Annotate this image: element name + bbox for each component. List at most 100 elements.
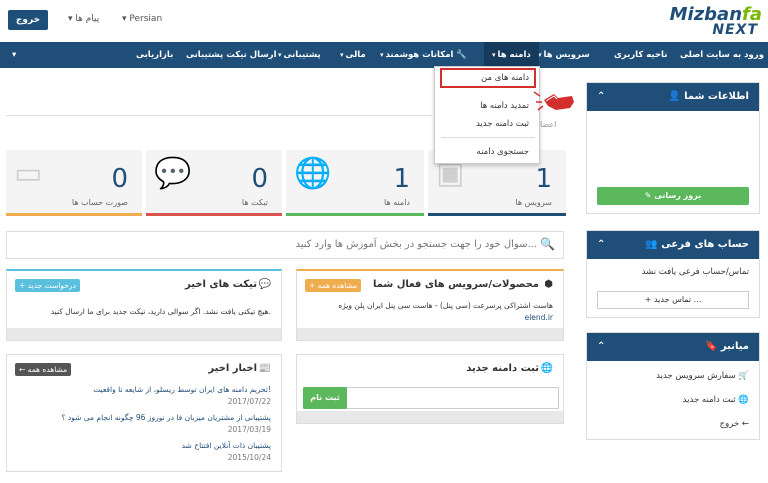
stat-invoices[interactable]: ▭ 0 صورت حساب ها	[6, 150, 142, 216]
news-item-title[interactable]: پشتیبانی از مشتریان میزبان فا در نوروز 9…	[62, 413, 271, 422]
breadcrumb: اعضا	[540, 120, 557, 129]
nav-item-affiliates[interactable]: بازاریابی	[136, 42, 173, 68]
newspaper-icon: 📰	[258, 363, 271, 374]
panel-title: ثبت دامنه جدید	[466, 363, 539, 374]
nav-item-smart-features[interactable]: ▾ امکانات هوشمند 🔧	[380, 42, 467, 68]
divider	[6, 115, 432, 116]
panel-header[interactable]: ⌃ 🔖 میانبر	[587, 333, 759, 361]
shortcut-register-domain[interactable]: ثبت دامنه جدید 🌐	[683, 395, 749, 405]
recent-news-panel: 📰 اخبار اخیر ← مشاهده همه تحریم دامنه ها…	[6, 354, 282, 472]
language-selector[interactable]: ▾ Persian	[122, 14, 162, 24]
nav-item-main-site[interactable]: ورود به سایت اصلی	[680, 42, 764, 68]
nav-label: امکانات هوشمند	[385, 50, 454, 60]
panel-title: حساب های فرعی	[661, 239, 749, 250]
globe-icon: 🌐	[738, 395, 749, 405]
plus-icon: +	[644, 295, 654, 304]
menu-item-register-domain[interactable]: ثبت دامنه جدید	[476, 119, 529, 129]
shortcut-order-service[interactable]: سفارش سرویس جدید 🛒	[656, 371, 749, 381]
knowledgebase-search-input[interactable]: 🔍 سوال خود را جهت جستجو در بخش آموزش ها …	[6, 231, 564, 259]
search-icon: 🔍	[540, 237, 555, 251]
nav-item-support[interactable]: ▾ پشتیبانی	[278, 42, 321, 68]
empty-message: تماس/حساب فرعی یافت نشد	[641, 267, 749, 277]
panel-header[interactable]: ⌃ 👤 اطلاعات شما	[587, 83, 759, 111]
nav-item-services[interactable]: ▾ سرویس ها	[538, 42, 590, 68]
chevron-down-icon: ▾	[12, 50, 17, 60]
nav-label: مالی	[345, 50, 366, 60]
panel-title: اخبار اخیر	[208, 363, 257, 374]
service-line[interactable]: هاست اشتراکی پرسرعت (سی پنل) - هاست سی پ…	[338, 301, 553, 310]
panel-title: اطلاعات شما	[684, 91, 749, 102]
pencil-icon: ✎	[644, 191, 655, 200]
comments-icon: 💬	[258, 279, 271, 290]
recent-tickets-panel: 💬 تیکت های اخیر + درخواست جدید هیچ تیکتی…	[6, 269, 282, 341]
panel-footer	[7, 328, 281, 340]
logout-button[interactable]: خروج	[8, 10, 48, 30]
view-all-button[interactable]: + مشاهده همه	[305, 279, 362, 292]
button-label: تماس جدید ...	[653, 295, 702, 304]
news-item-title[interactable]: تحریم دامنه های ایران توسط ریسلو، از شای…	[93, 385, 271, 394]
stat-domains[interactable]: 🌐 1 دامنه ها	[286, 150, 424, 216]
shortcut-label: ثبت دامنه جدید	[682, 395, 736, 405]
shortcut-logout[interactable]: خروج ←	[720, 419, 749, 429]
menu-item-domain-search[interactable]: جستجوی دامنه	[477, 147, 529, 157]
active-products-panel: ⬢ محصولات/سرویس های فعال شما + مشاهده هم…	[296, 269, 564, 341]
top-bar: خروج ▾ پیام ها ▾ Persian Mizbanfa NEXT	[0, 0, 768, 42]
search-placeholder: سوال خود را جهت جستجو در بخش آموزش ها وا…	[295, 239, 537, 250]
stat-value: 1	[393, 164, 410, 194]
stat-tickets[interactable]: 💬 0 تیکت ها	[146, 150, 282, 216]
nav-item-client-area[interactable]: ناحیه کاربری	[614, 42, 667, 68]
panel-header[interactable]: ⌃ 👥 حساب های فرعی	[587, 231, 759, 259]
nav-label: سرویس ها	[543, 50, 590, 60]
logo-subtext: NEXT	[712, 22, 758, 38]
panel-title: میانبر	[720, 341, 749, 352]
stat-label: تیکت ها	[241, 198, 268, 207]
shortcut-label: سفارش سرویس جدید	[656, 371, 736, 381]
comments-icon: 💬	[154, 156, 192, 191]
new-ticket-button[interactable]: + درخواست جدید	[15, 279, 80, 292]
language-label: Persian	[129, 14, 163, 24]
messages-menu[interactable]: ▾ پیام ها	[68, 14, 99, 24]
stat-label: سرویس ها	[515, 198, 552, 207]
menu-divider	[441, 137, 535, 138]
news-item-date: 2017/03/19	[227, 425, 271, 434]
chevron-up-icon: ⌃	[597, 239, 606, 250]
credit-card-icon: ▭	[14, 156, 43, 191]
cube-icon: ⬢	[544, 279, 553, 290]
register-button[interactable]: ثبت نام	[303, 387, 347, 409]
globe-icon: 🌐	[540, 363, 553, 374]
users-icon: 👥	[645, 239, 662, 250]
chevron-up-icon: ⌃	[597, 341, 606, 352]
panel-title: محصولات/سرویس های فعال شما	[372, 279, 539, 290]
stat-label: صورت حساب ها	[71, 198, 128, 207]
arrow-left-icon: ←	[741, 419, 749, 429]
globe-icon: 🌐	[294, 156, 332, 191]
view-all-button[interactable]: ← مشاهده همه	[15, 363, 72, 376]
register-domain-panel: 🌐 ثبت دامنه جدید ثبت نام	[296, 354, 564, 424]
your-info-panel: ⌃ 👤 اطلاعات شما ✎ بروز رسانی	[586, 82, 760, 214]
update-button[interactable]: ✎ بروز رسانی	[597, 187, 749, 205]
chevron-down-icon: ▾	[278, 51, 282, 59]
stat-value: 0	[111, 164, 128, 194]
cart-icon: 🛒	[738, 371, 749, 381]
highlight-box	[440, 68, 536, 88]
nav-item-domains[interactable]: ▾ دامنه ها	[484, 42, 539, 68]
new-contact-button[interactable]: + تماس جدید ...	[597, 291, 749, 309]
chevron-down-icon: ▾	[340, 51, 344, 59]
menu-item-renew-domains[interactable]: تمدید دامنه ها	[480, 101, 529, 111]
main-navbar: ▾ ورود به سایت اصلی ناحیه کاربری ▾ سرویس …	[0, 42, 768, 68]
nav-label: دامنه ها	[497, 50, 531, 60]
user-icon: 👤	[668, 91, 685, 102]
shortcuts-panel: ⌃ 🔖 میانبر سفارش سرویس جدید 🛒 ثبت دامنه …	[586, 332, 760, 440]
nav-item-billing[interactable]: ▾ مالی	[340, 42, 366, 68]
logo[interactable]: Mizbanfa NEXT	[634, 4, 762, 40]
wrench-icon: 🔧	[453, 50, 467, 60]
panel-footer	[297, 328, 563, 340]
news-item-date: 2017/07/22	[227, 397, 271, 406]
messages-label: پیام ها	[75, 14, 100, 24]
nav-item-open-ticket[interactable]: ارسال تیکت پشتیبانی	[186, 42, 277, 68]
news-item-title[interactable]: پشتیبان ذات آنلاین افتتاح شد	[182, 441, 271, 450]
nav-toggle[interactable]: ▾	[12, 42, 16, 68]
chevron-up-icon: ⌃	[597, 91, 606, 102]
news-item-date: 2015/10/24	[227, 453, 271, 462]
service-domain-link[interactable]: elend.ir	[525, 313, 553, 322]
